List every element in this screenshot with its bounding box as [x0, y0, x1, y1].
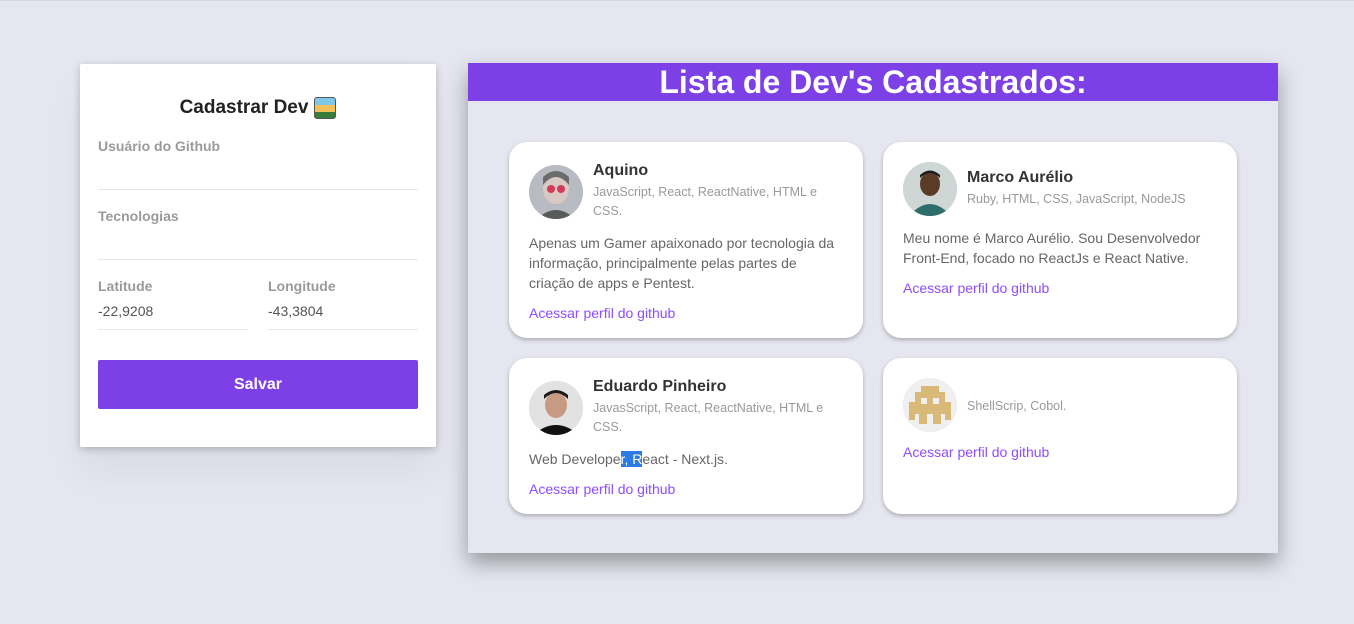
dev-techs: Ruby, HTML, CSS, JavaScript, NodeJS — [967, 192, 1186, 206]
coordinates-row: Latitude -22,9208 Longitude -43,3804 — [98, 278, 418, 330]
dev-bio: Web Developer, React - Next.js. — [529, 449, 843, 469]
dev-bio: Apenas um Gamer apaixonado por tecnologi… — [529, 235, 835, 291]
dev-info: ShellScrip, Cobol. — [967, 394, 1217, 416]
dev-card: Eduardo Pinheiro JavasScript, React, Rea… — [509, 358, 863, 514]
dev-name: Aquino — [593, 162, 649, 179]
save-button[interactable]: Salvar — [98, 360, 418, 409]
techs-field[interactable]: Tecnologias — [98, 208, 418, 260]
dev-bio-text-start: Web Develope — [529, 451, 621, 467]
dev-techs: JavasScript, React, ReactNative, HTML e … — [593, 401, 824, 434]
dev-card: ShellScrip, Cobol. Acessar perfil do git… — [883, 358, 1237, 514]
latitude-label: Latitude — [98, 278, 153, 294]
avatar — [529, 380, 583, 435]
dev-info: Eduardo Pinheiro JavasScript, React, Rea… — [593, 378, 843, 437]
dev-grid: Aquino JavaScript, React, ReactNative, H… — [509, 142, 1237, 514]
dev-name: Eduardo Pinheiro — [593, 378, 727, 395]
longitude-label: Longitude — [268, 278, 336, 294]
dev-header: ShellScrip, Cobol. — [903, 378, 1217, 432]
dev-bio-selected-text: r, R — [620, 451, 643, 467]
dev-info: Marco Aurélio Ruby, HTML, CSS, JavaScrip… — [967, 169, 1217, 209]
dev-list-panel: Lista de Dev's Cadastrados: Aquino JavaS… — [468, 63, 1278, 553]
dev-name: Marco Aurélio — [967, 169, 1074, 186]
avatar — [529, 164, 583, 219]
github-profile-link[interactable]: Acessar perfil do github — [903, 280, 1217, 296]
techs-label: Tecnologias — [98, 208, 179, 224]
avatar — [903, 162, 957, 216]
dev-list-title: Lista de Dev's Cadastrados: — [468, 63, 1278, 101]
dev-header: Marco Aurélio Ruby, HTML, CSS, JavaScrip… — [903, 162, 1217, 216]
register-dev-form: Cadastrar Dev Usuário do Github Tecnolog… — [80, 64, 436, 447]
form-title-text: Cadastrar Dev — [179, 97, 309, 118]
longitude-field[interactable]: Longitude -43,3804 — [268, 278, 418, 330]
computer-emoji-icon — [314, 97, 337, 119]
dev-card: Marco Aurélio Ruby, HTML, CSS, JavaScrip… — [883, 142, 1237, 338]
dev-card: Aquino JavaScript, React, ReactNative, H… — [509, 142, 863, 338]
latitude-field[interactable]: Latitude -22,9208 — [98, 278, 248, 330]
github-user-label: Usuário do Github — [98, 138, 221, 154]
latitude-input[interactable]: -22,9208 — [98, 303, 248, 319]
dev-techs: ShellScrip, Cobol. — [967, 399, 1067, 413]
form-title: Cadastrar Dev — [98, 95, 418, 121]
dev-bio-text-end: eact - Next.js. — [642, 451, 728, 467]
longitude-input[interactable]: -43,3804 — [268, 303, 418, 319]
avatar — [903, 378, 957, 432]
dev-info: Aquino JavaScript, React, ReactNative, H… — [593, 162, 843, 221]
dev-techs: JavaScript, React, ReactNative, HTML e C… — [593, 185, 817, 218]
github-profile-link[interactable]: Acessar perfil do github — [529, 481, 843, 497]
github-user-field[interactable]: Usuário do Github — [98, 138, 418, 190]
dev-header: Aquino JavaScript, React, ReactNative, H… — [529, 162, 843, 221]
dev-header: Eduardo Pinheiro JavasScript, React, Rea… — [529, 378, 843, 437]
dev-bio: Meu nome é Marco Aurélio. Sou Desenvolve… — [903, 230, 1201, 266]
github-profile-link[interactable]: Acessar perfil do github — [903, 444, 1217, 460]
github-profile-link[interactable]: Acessar perfil do github — [529, 305, 843, 321]
